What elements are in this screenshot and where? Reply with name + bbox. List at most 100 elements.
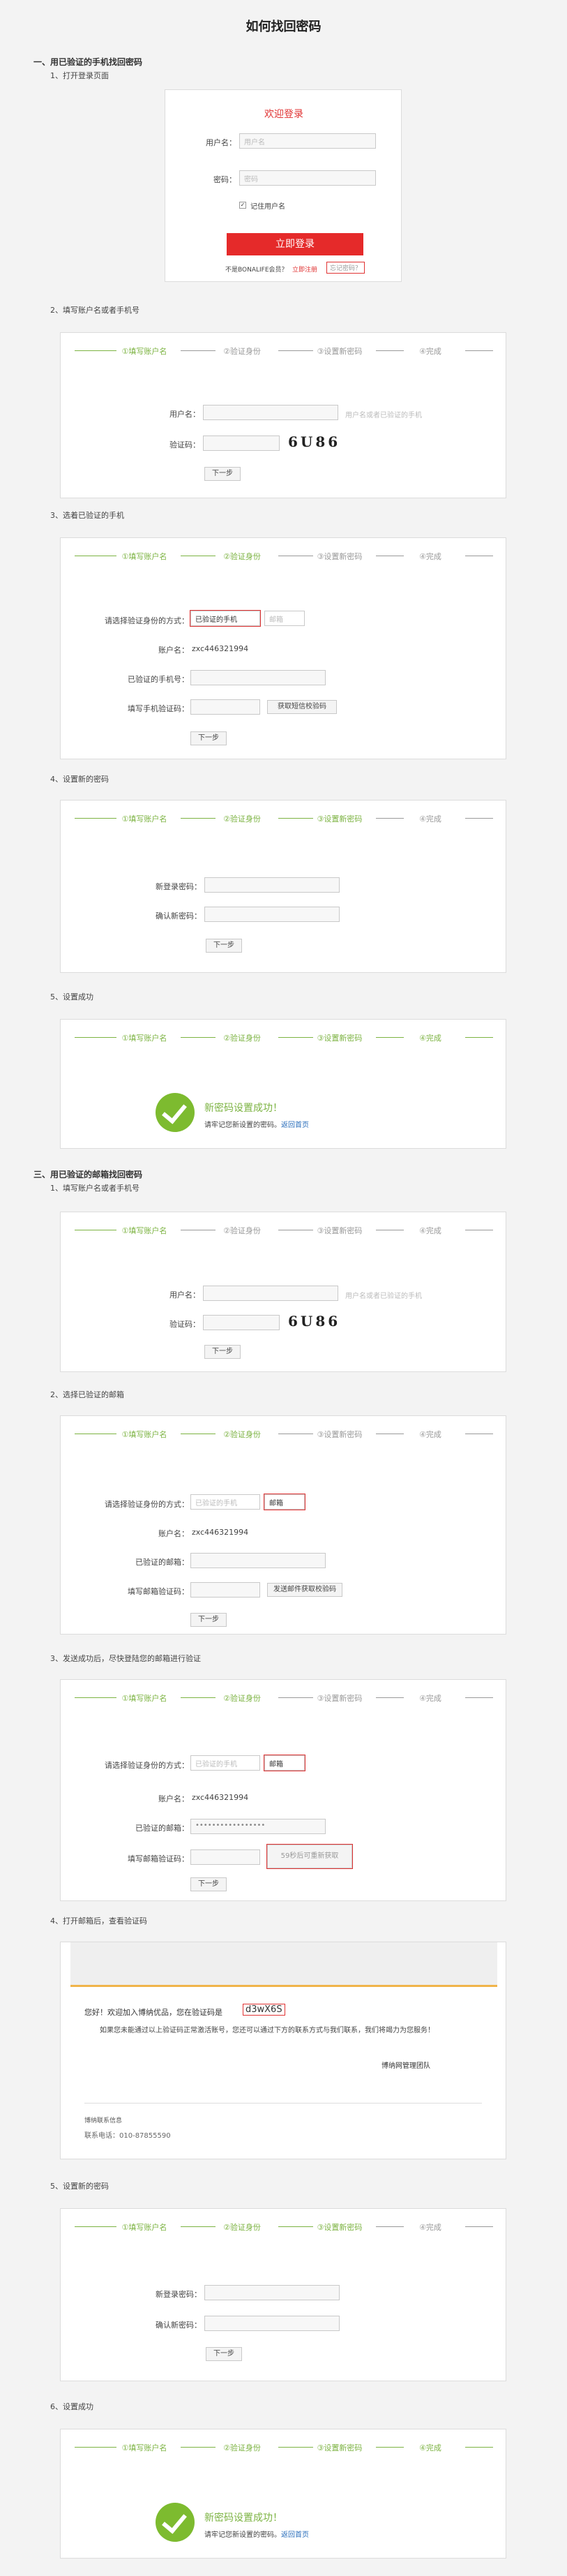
email-code-input[interactable] [190,1849,260,1865]
email-body: 如果您未能通过以上验证码正常激活账号，您还可以通过下方的联系方式与我们联系，我们… [100,2027,434,2034]
email-divider [84,2103,482,2104]
username-hint: 用户名或者已验证的手机 [345,412,422,419]
captcha-input[interactable] [203,1315,280,1330]
progress-step-1: ①填写账户名 [121,552,167,561]
next-button[interactable]: 下一步 [190,731,227,745]
page-title: 如何找回密码 [245,20,322,34]
progress-step-1: ①填写账户名 [121,1226,167,1235]
progress-step-2: ②验证身份 [223,1226,261,1235]
account-label: 账户名： [158,646,189,655]
progress-step-4: ④完成 [419,1034,441,1043]
username-input[interactable] [203,1286,338,1301]
email-option[interactable]: 邮箱 [264,611,305,626]
verified-phone-label: 已验证的手机号： [128,675,189,684]
progress-bar: ①填写账户名 ②验证身份 ③设置新密码 ④完成 [61,2442,506,2452]
login-button[interactable]: 立即登录 [227,233,363,255]
progress-step-2: ②验证身份 [223,1034,261,1043]
email-code-input[interactable] [190,1582,260,1598]
progress-bar: ①填写账户名 ②验证身份 ③设置新密码 ④完成 [61,2221,506,2232]
success-card: ①填写账户名 ②验证身份 ③设置新密码 ④完成 新密码设置成功！ 请牢记您新设置… [60,1019,506,1149]
resend-countdown-button[interactable]: 59秒后可重新获取 [266,1844,353,1869]
send-email-button[interactable]: 发送邮件获取校验码 [267,1583,342,1597]
home-link[interactable]: 返回首页 [281,2531,309,2539]
progress-bar: ①填写账户名 ②验证身份 ③设置新密码 ④完成 [61,1032,506,1043]
progress-step-2: ②验证身份 [223,1430,261,1439]
home-link[interactable]: 返回首页 [281,1122,309,1129]
step-label: 2、填写账户名或者手机号 [50,306,139,315]
account-card: ①填写账户名 ②验证身份 ③设置新密码 ④完成 用户名： 用户名或者已验证的手机… [60,332,506,498]
captcha-input[interactable] [203,435,280,451]
email-greeting: 您好！欢迎加入博纳优品，您在验证码是 [84,2008,222,2017]
phone-option[interactable]: 已验证的手机 [190,1755,260,1771]
account-value: zxc446321994 [192,1528,249,1537]
progress-bar: ①填写账户名 ②验证身份 ③设置新密码 ④完成 [61,1692,506,1703]
next-button[interactable]: 下一步 [204,467,241,481]
progress-step-4: ④完成 [419,2223,441,2232]
progress-bar: ①填写账户名 ②验证身份 ③设置新密码 ④完成 [61,551,506,561]
get-sms-button[interactable]: 获取短信校验码 [267,700,337,714]
next-button[interactable]: 下一步 [206,939,242,953]
verified-email-input: ••••••••••••••••• [190,1819,326,1834]
confirm-password-input[interactable] [204,907,340,922]
email-preview-card: 您好！欢迎加入博纳优品，您在验证码是 d3wX6S 如果您未能通过以上验证码正常… [60,1942,506,2159]
progress-step-3: ③设置新密码 [317,2443,363,2452]
progress-step-2: ②验证身份 [223,347,261,356]
email-option[interactable]: 邮箱 [264,1494,305,1510]
confirm-password-input[interactable] [204,2316,340,2331]
method-label: 请选择验证身份的方式： [105,616,189,625]
step-label: 5、设置成功 [50,992,93,1002]
captcha-label: 验证码： [169,440,200,449]
email-success-card: ①填写账户名 ②验证身份 ③设置新密码 ④完成 新密码设置成功！ 请牢记您新设置… [60,2429,506,2559]
new-password-input[interactable] [204,2285,340,2300]
password-input[interactable]: 密码 [239,170,376,186]
forgot-password-link[interactable]: 忘记密码？ [326,262,365,274]
register-link[interactable]: 立即注册 [292,265,317,274]
username-input[interactable] [203,405,338,420]
progress-step-4: ④完成 [419,1694,441,1703]
step-label: 3、发送成功后，尽快登陆您的邮箱进行验证 [50,1654,201,1663]
step-label: 1、填写账户名或者手机号 [50,1184,139,1193]
email-code-label: 填写邮箱验证码： [128,1854,189,1863]
progress-step-1: ①填写账户名 [121,1694,167,1703]
progress-step-3: ③设置新密码 [317,1226,363,1235]
username-input[interactable]: 用户名 [239,133,376,149]
next-button[interactable]: 下一步 [204,1345,241,1359]
phone-code-input[interactable] [190,699,260,715]
next-button[interactable]: 下一步 [190,1877,227,1891]
phone-option[interactable]: 已验证的手机 [190,1494,260,1510]
progress-bar: ①填写账户名 ②验证身份 ③设置新密码 ④完成 [61,813,506,824]
progress-step-3: ③设置新密码 [317,552,363,561]
email-sent-card: ①填写账户名 ②验证身份 ③设置新密码 ④完成 请选择验证身份的方式： 已验证的… [60,1679,506,1901]
verified-phone-input [190,670,326,685]
verified-email-input [190,1553,326,1568]
progress-step-2: ②验证身份 [223,2443,261,2452]
email-new-password-card: ①填写账户名 ②验证身份 ③设置新密码 ④完成 新登录密码： 确认新密码： 下一… [60,2208,506,2381]
progress-step-1: ①填写账户名 [121,2443,167,2452]
remember-checkbox[interactable]: ✓ [239,202,246,209]
section-email-title: 三、用已验证的邮箱找回密码 [33,1170,143,1179]
phone-option[interactable]: 已验证的手机 [190,610,261,627]
next-button[interactable]: 下一步 [206,2347,242,2361]
new-password-input[interactable] [204,877,340,893]
progress-step-4: ④完成 [419,1430,441,1439]
progress-step-2: ②验证身份 [223,814,261,824]
progress-step-2: ②验证身份 [223,2223,261,2232]
account-value: zxc446321994 [192,1793,249,1802]
email-phone: 联系电话：010-87855590 [84,2132,171,2140]
progress-step-2: ②验证身份 [223,552,261,561]
progress-step-3: ③设置新密码 [317,1694,363,1703]
select-email-card: ①填写账户名 ②验证身份 ③设置新密码 ④完成 请选择验证身份的方式： 已验证的… [60,1415,506,1635]
email-option[interactable]: 邮箱 [264,1755,305,1771]
next-button[interactable]: 下一步 [190,1613,227,1627]
section-phone-title: 一、用已验证的手机找回密码 [33,57,143,67]
captcha-image[interactable]: 6U86 [288,1313,340,1330]
captcha-image[interactable]: 6U86 [288,433,340,450]
progress-step-1: ①填写账户名 [121,347,167,356]
username-label: 用户名： [206,138,236,147]
progress-step-3: ③设置新密码 [317,2223,363,2232]
progress-step-1: ①填写账户名 [121,1034,167,1043]
register-text: 不是BONALIFE会员？ [225,267,288,274]
username-label: 用户名： [169,410,200,419]
step-label: 6、设置成功 [50,2402,93,2411]
progress-bar: ①填写账户名 ②验证身份 ③设置新密码 ④完成 [61,345,506,356]
